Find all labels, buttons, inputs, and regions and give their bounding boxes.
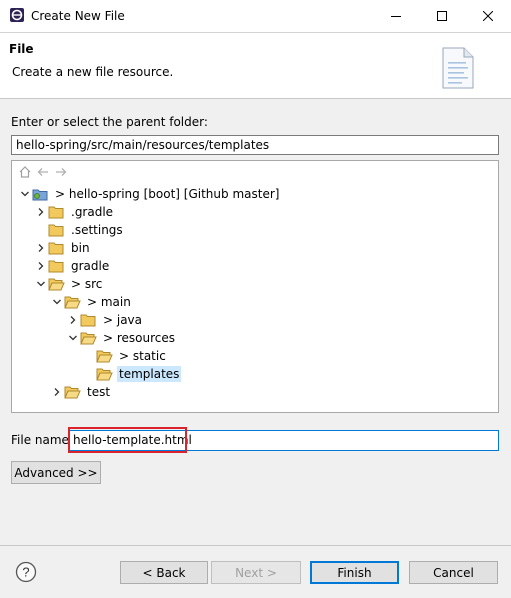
svg-text:?: ?	[22, 565, 29, 580]
tree-item-gradle-hidden[interactable]: .gradle	[34, 203, 115, 221]
tree-item-label: > hello-spring [boot] [Github master]	[55, 187, 280, 201]
folder-icon	[48, 241, 65, 255]
back-arrow-icon[interactable]	[36, 165, 50, 179]
open-folder-icon	[48, 277, 65, 291]
chevron-right-icon[interactable]	[50, 384, 64, 400]
tree-item-gradle[interactable]: gradle	[34, 257, 111, 275]
help-icon[interactable]: ?	[15, 561, 37, 583]
tree-item-label: > src	[71, 277, 103, 291]
forward-arrow-icon[interactable]	[54, 165, 68, 179]
close-button[interactable]	[465, 0, 511, 32]
tree-item-java[interactable]: > java	[66, 311, 144, 329]
maximize-button[interactable]	[419, 0, 465, 32]
home-icon[interactable]	[18, 165, 32, 179]
chevron-down-icon[interactable]	[18, 186, 32, 202]
wizard-title: File	[9, 42, 34, 56]
project-icon	[32, 187, 49, 201]
open-folder-icon	[96, 367, 113, 381]
chevron-right-icon[interactable]	[66, 312, 80, 328]
tree-item-label: bin	[71, 241, 90, 255]
tree-item-label: > main	[87, 295, 131, 309]
chevron-right-icon[interactable]	[34, 258, 48, 274]
folder-icon	[48, 205, 65, 219]
tree-item-src[interactable]: > src	[34, 275, 104, 293]
tree-item-bin[interactable]: bin	[34, 239, 92, 257]
chevron-down-icon[interactable]	[34, 276, 48, 292]
close-icon	[483, 11, 493, 21]
wizard-description: Create a new file resource.	[12, 65, 174, 79]
maximize-icon	[437, 11, 447, 21]
open-folder-icon	[64, 295, 81, 309]
new-file-banner-icon	[442, 47, 474, 89]
advanced-button[interactable]: Advanced >>	[11, 461, 101, 484]
parent-folder-input[interactable]: hello-spring/src/main/resources/template…	[11, 135, 499, 155]
next-button[interactable]: Next >	[211, 561, 301, 584]
tree-item-label: gradle	[71, 259, 110, 273]
back-button[interactable]: < Back	[120, 561, 208, 584]
chevron-down-icon[interactable]	[50, 294, 64, 310]
cancel-button[interactable]: Cancel	[409, 561, 498, 584]
tree-item-test[interactable]: test	[50, 383, 112, 401]
minimize-icon	[391, 16, 401, 17]
open-folder-icon	[64, 385, 81, 399]
folder-tree[interactable]: > hello-spring [boot] [Github master] .g…	[11, 160, 499, 413]
folder-icon	[48, 259, 65, 273]
eclipse-app-icon	[10, 8, 24, 22]
folder-icon	[48, 223, 65, 237]
tree-item-label: > java	[103, 313, 143, 327]
tree-item-label: > static	[119, 349, 166, 363]
window-title: Create New File	[31, 9, 125, 23]
file-name-label: File name:	[11, 433, 73, 447]
tree-item-static[interactable]: > static	[82, 347, 168, 365]
chevron-down-icon[interactable]	[66, 330, 80, 346]
tree-item-label: templates	[117, 366, 182, 382]
open-folder-icon	[96, 349, 113, 363]
open-folder-icon	[80, 331, 97, 345]
tree-item-label: .gradle	[71, 205, 114, 219]
wizard-header: File Create a new file resource.	[0, 33, 511, 99]
folder-icon	[80, 313, 97, 327]
chevron-right-icon[interactable]	[34, 240, 48, 256]
chevron-right-icon[interactable]	[34, 204, 48, 220]
tree-item-settings[interactable]: .settings	[34, 221, 125, 239]
tree-item-hello-spring[interactable]: > hello-spring [boot] [Github master]	[18, 185, 281, 203]
tree-toolbar	[18, 165, 68, 181]
tree-item-templates[interactable]: templates	[82, 365, 182, 383]
parent-folder-label: Enter or select the parent folder:	[11, 115, 208, 129]
minimize-button[interactable]	[373, 0, 419, 32]
tree-item-label: test	[87, 385, 111, 399]
title-bar: Create New File	[0, 0, 511, 33]
highlight-box	[68, 427, 187, 453]
tree-item-main[interactable]: > main	[50, 293, 133, 311]
tree-item-label: > resources	[103, 331, 176, 345]
finish-button[interactable]: Finish	[310, 561, 399, 584]
tree-item-resources[interactable]: > resources	[66, 329, 177, 347]
separator	[0, 545, 511, 546]
tree-item-label: .settings	[71, 223, 123, 237]
